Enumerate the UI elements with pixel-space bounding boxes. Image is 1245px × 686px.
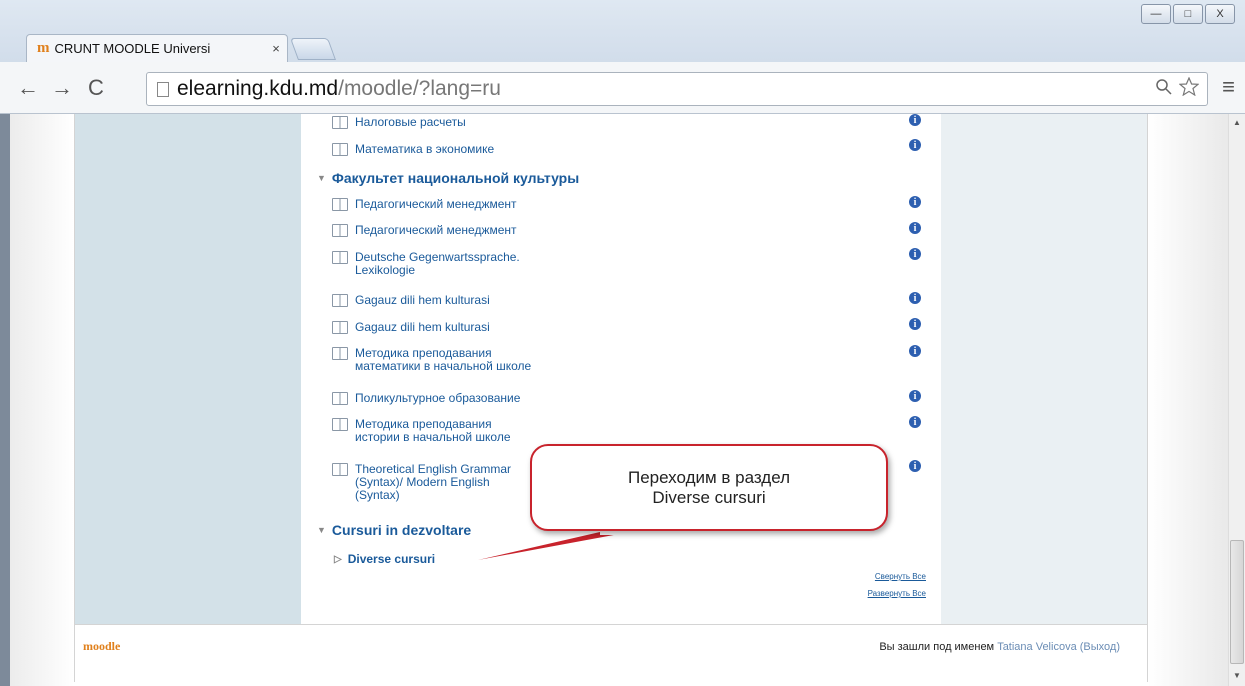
page-icon bbox=[157, 81, 169, 97]
info-icon[interactable]: i bbox=[909, 248, 921, 260]
scrollbar-thumb[interactable] bbox=[1230, 540, 1244, 664]
course-link[interactable]: Theoretical English Grammar (Syntax)/ Mod… bbox=[332, 463, 511, 502]
course-link[interactable]: Поликультурное образование bbox=[332, 392, 520, 405]
user-link[interactable]: Tatiana Velicova bbox=[997, 641, 1077, 653]
url-host: elearning.kdu.md bbox=[177, 77, 339, 100]
book-icon bbox=[332, 321, 348, 334]
callout-line-1: Переходим в раздел bbox=[627, 467, 791, 487]
maximize-button[interactable]: □ bbox=[1173, 4, 1203, 24]
page-shadow-right bbox=[1148, 114, 1228, 686]
book-icon bbox=[332, 116, 348, 129]
collapse-triangle-icon: ▼ bbox=[317, 525, 326, 535]
browser-menu-button[interactable]: ≡ bbox=[1222, 74, 1235, 100]
info-icon[interactable]: i bbox=[909, 460, 921, 472]
info-icon[interactable]: i bbox=[909, 345, 921, 357]
book-icon bbox=[332, 198, 348, 211]
info-icon[interactable]: i bbox=[909, 292, 921, 304]
course-link[interactable]: Методика преподавания истории в начальной… bbox=[332, 418, 511, 444]
close-window-button[interactable]: X bbox=[1205, 4, 1235, 24]
book-icon bbox=[332, 392, 348, 405]
annotation-callout: Переходим в раздел Diverse cursuri bbox=[530, 444, 888, 531]
category-header[interactable]: ▼ Факультет национальной культуры bbox=[317, 170, 579, 186]
tab-close-icon[interactable]: × bbox=[265, 41, 287, 56]
category-header[interactable]: ▼ Cursuri in dezvoltare bbox=[317, 522, 471, 538]
info-icon[interactable]: i bbox=[909, 139, 921, 151]
book-icon bbox=[332, 463, 348, 476]
course-link[interactable]: Gagauz dili hem kulturasi bbox=[332, 294, 490, 307]
info-icon[interactable]: i bbox=[909, 222, 921, 234]
course-link[interactable]: Методика преподавания математики в началь… bbox=[332, 347, 531, 373]
course-link[interactable]: Педагогический менеджмент bbox=[332, 224, 517, 237]
course-link[interactable]: Deutsche Gegenwartssprache. Lexikologie bbox=[332, 251, 520, 277]
info-icon[interactable]: i bbox=[909, 114, 921, 126]
left-sidebar bbox=[75, 114, 301, 624]
book-icon bbox=[332, 143, 348, 156]
collapse-all-link[interactable]: Свернуть Все bbox=[800, 572, 926, 581]
url-path: /moodle/?lang=ru bbox=[338, 77, 501, 100]
login-info: Вы зашли под именем Tatiana Velicova (Вы… bbox=[879, 641, 1120, 653]
info-icon[interactable]: i bbox=[909, 416, 921, 428]
back-button[interactable]: ← bbox=[14, 75, 42, 101]
book-icon bbox=[332, 251, 348, 264]
course-link[interactable]: Налоговые расчеты bbox=[332, 116, 466, 129]
right-sidebar bbox=[941, 114, 1147, 624]
info-icon[interactable]: i bbox=[909, 390, 921, 402]
new-tab-button[interactable] bbox=[289, 38, 337, 60]
moodle-favicon-icon: m bbox=[37, 40, 50, 56]
scroll-down-icon[interactable]: ▼ bbox=[1233, 671, 1241, 680]
subcategory-link-diverse-cursuri[interactable]: ▷ Diverse cursuri bbox=[334, 552, 435, 566]
address-bar[interactable]: elearning.kdu.md /moodle/?lang=ru bbox=[146, 72, 1208, 106]
expand-all-link[interactable]: Развернуть Все bbox=[800, 589, 926, 598]
forward-button[interactable]: → bbox=[48, 75, 76, 101]
course-link[interactable]: Математика в экономике bbox=[332, 143, 494, 156]
minimize-button[interactable]: — bbox=[1141, 4, 1171, 24]
reload-button[interactable]: C bbox=[82, 75, 110, 101]
callout-line-2: Diverse cursuri bbox=[652, 487, 766, 507]
book-icon bbox=[332, 294, 348, 307]
logout-link[interactable]: (Выход) bbox=[1080, 641, 1120, 653]
book-icon bbox=[332, 347, 348, 360]
expand-triangle-icon: ▷ bbox=[334, 553, 342, 565]
book-icon bbox=[332, 224, 348, 237]
search-icon[interactable] bbox=[1155, 79, 1179, 101]
moodle-logo[interactable]: moodle bbox=[83, 639, 120, 654]
info-icon[interactable]: i bbox=[909, 196, 921, 208]
collapse-triangle-icon: ▼ bbox=[317, 173, 326, 183]
course-link[interactable]: Gagauz dili hem kulturasi bbox=[332, 321, 490, 334]
page-footer: moodle Вы зашли под именем Tatiana Velic… bbox=[75, 624, 1147, 682]
page-shadow-left bbox=[0, 114, 74, 686]
vertical-scrollbar[interactable]: ▲ ▼ bbox=[1228, 114, 1245, 686]
tab-title: CRUNT MOODLE Universi bbox=[54, 41, 211, 56]
address-bar-icons bbox=[1155, 76, 1200, 102]
window-controls: — □ X bbox=[1141, 4, 1235, 24]
star-icon[interactable] bbox=[1178, 76, 1200, 101]
browser-toolbar: ← → C elearning.kdu.md /moodle/?lang=ru … bbox=[0, 62, 1245, 114]
book-icon bbox=[332, 418, 348, 431]
info-icon[interactable]: i bbox=[909, 318, 921, 330]
course-link[interactable]: Педагогический менеджмент bbox=[332, 198, 517, 211]
browser-tab[interactable]: m CRUNT MOODLE Universi × bbox=[26, 34, 288, 62]
page-viewport: Налоговые расчеты i Математика в экономи… bbox=[0, 114, 1228, 686]
scroll-up-icon[interactable]: ▲ bbox=[1233, 118, 1241, 127]
window-left-frame bbox=[0, 114, 10, 686]
